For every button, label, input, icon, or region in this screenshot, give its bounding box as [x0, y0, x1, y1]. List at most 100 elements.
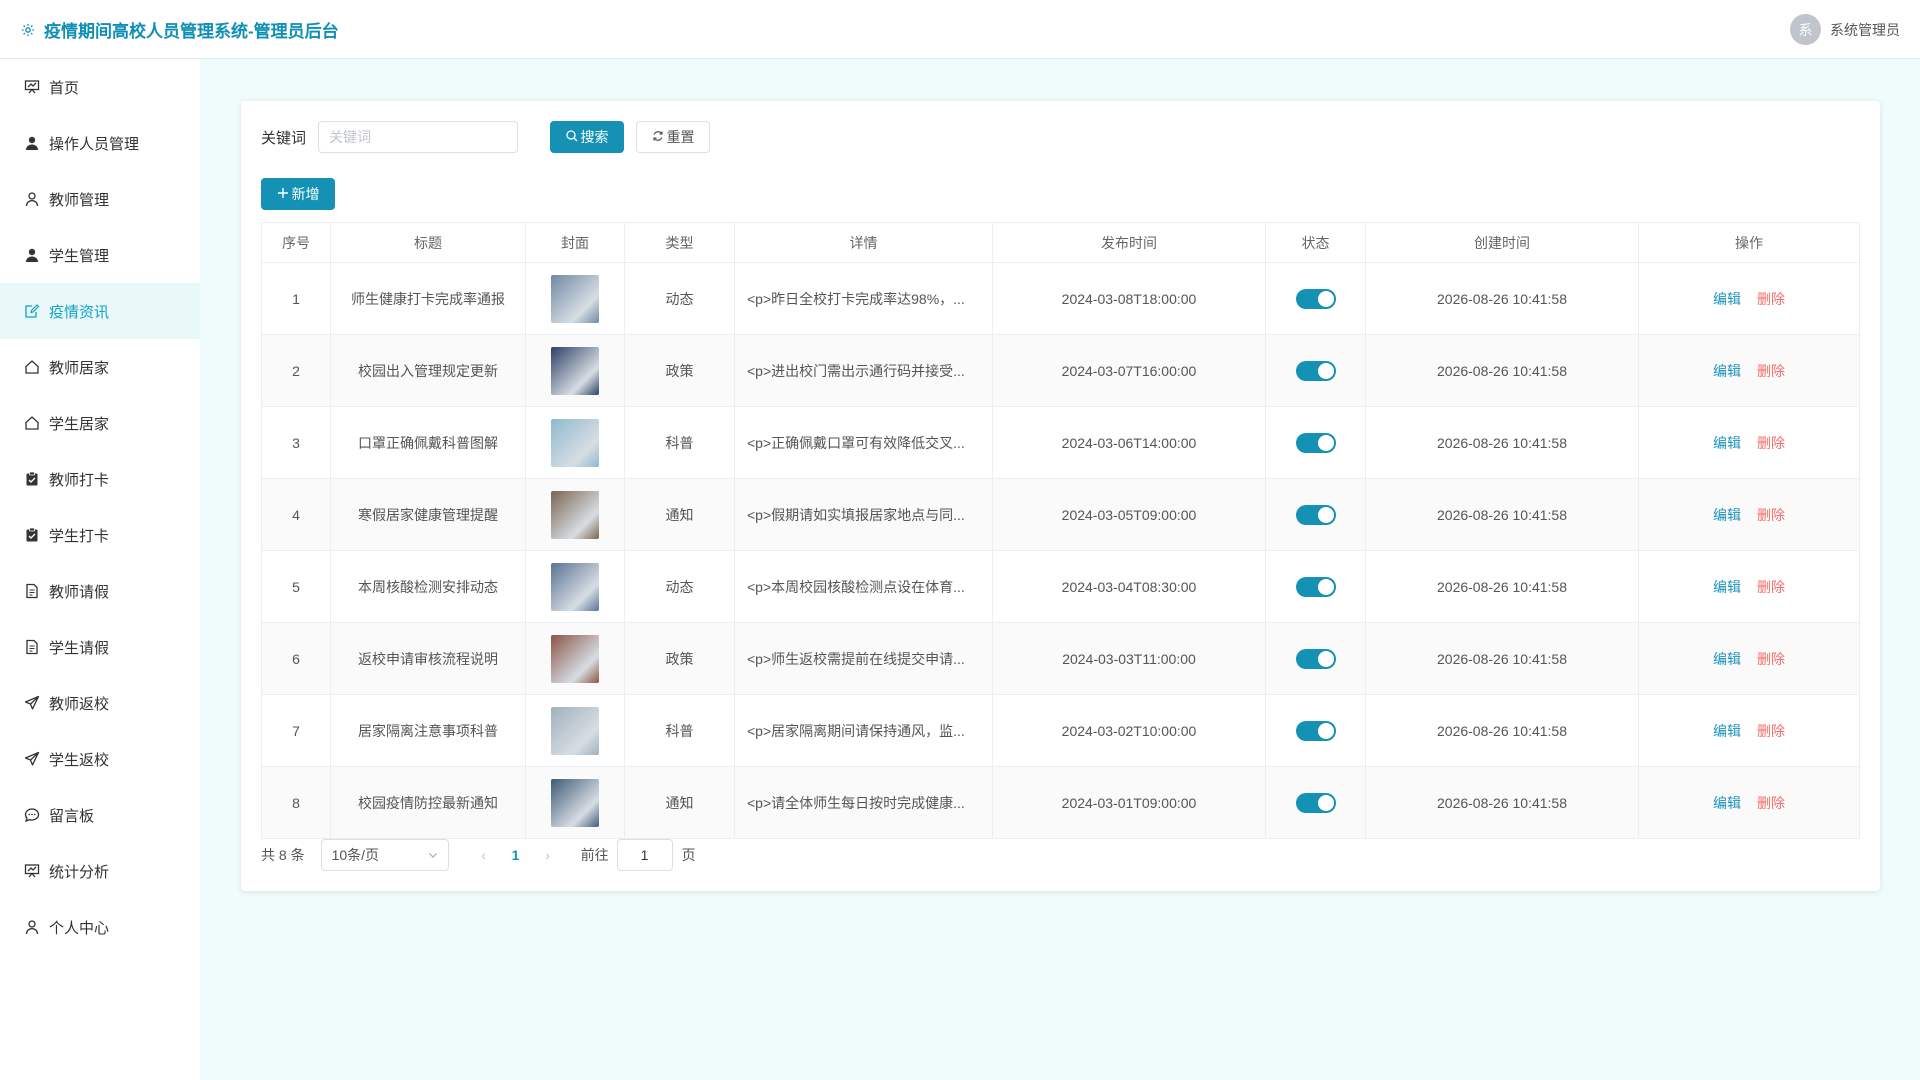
- delete-link[interactable]: 删除: [1757, 795, 1785, 811]
- delete-link[interactable]: 删除: [1757, 363, 1785, 379]
- reset-button[interactable]: 重置: [636, 121, 711, 153]
- checked-clipboard-icon: [24, 527, 40, 543]
- goto-page-input[interactable]: [616, 839, 673, 871]
- cover-image[interactable]: [551, 490, 599, 539]
- status-toggle[interactable]: [1295, 576, 1336, 597]
- sidebar-item-3[interactable]: 学生管理: [0, 227, 200, 283]
- type-cell: 科普: [624, 406, 735, 479]
- table-header-row: 序号 标题 封面 类型 详情 发布时间 状态 创建时间 操作: [261, 222, 1860, 263]
- user-name[interactable]: 系统管理员: [1830, 20, 1900, 40]
- sidebar-item-14[interactable]: 统计分析: [0, 843, 200, 899]
- cover-image[interactable]: [551, 634, 599, 683]
- sidebar-item-2[interactable]: 教师管理: [0, 171, 200, 227]
- status-cell: [1265, 406, 1366, 479]
- delete-link[interactable]: 删除: [1757, 651, 1785, 667]
- row-number-cell: 5: [261, 550, 331, 623]
- sidebar-item-10[interactable]: 学生请假: [0, 619, 200, 675]
- actions-cell: 编辑 删除: [1638, 622, 1860, 695]
- sidebar-item-6[interactable]: 学生居家: [0, 395, 200, 451]
- delete-link[interactable]: 删除: [1757, 723, 1785, 739]
- gear-icon: [20, 22, 36, 38]
- sidebar-item-15[interactable]: 个人中心: [0, 899, 200, 955]
- sidebar-item-4[interactable]: 疫情资讯: [0, 283, 200, 339]
- user-menu[interactable]: 系 系统管理员: [1790, 14, 1900, 45]
- page-unit-label: 页: [681, 847, 696, 863]
- edit-link[interactable]: 编辑: [1713, 723, 1741, 739]
- edit-link[interactable]: 编辑: [1713, 291, 1741, 307]
- sidebar-item-11[interactable]: 教师返校: [0, 675, 200, 731]
- presentation-board-icon: [24, 79, 40, 95]
- table-row: 7 居家隔离注意事项科普 科普 <p>居家隔离期间请保持通风，监... 2024-03-…: [261, 694, 1860, 767]
- status-toggle[interactable]: [1295, 360, 1336, 381]
- add-button[interactable]: 新增: [261, 178, 335, 210]
- delete-link[interactable]: 删除: [1757, 579, 1785, 595]
- sidebar-item-8[interactable]: 学生打卡: [0, 507, 200, 563]
- edit-link[interactable]: 编辑: [1713, 363, 1741, 379]
- delete-link[interactable]: 删除: [1757, 507, 1785, 523]
- sidebar-item-13[interactable]: 留言板: [0, 787, 200, 843]
- total-count: 共 8 条: [261, 847, 305, 863]
- house-icon: [24, 415, 40, 431]
- actions-cell: 编辑 删除: [1638, 262, 1860, 335]
- sidebar-item-label: 统计分析: [49, 863, 110, 881]
- column-header: 序号: [261, 222, 331, 263]
- cover-image[interactable]: [551, 346, 599, 395]
- edit-doc-icon: [24, 303, 40, 319]
- pagination: 共 8 条 10条/页 ‹ 1 › 前往 页: [261, 839, 696, 871]
- edit-link[interactable]: 编辑: [1713, 795, 1741, 811]
- sidebar-item-9[interactable]: 教师请假: [0, 563, 200, 619]
- status-toggle[interactable]: [1295, 792, 1336, 813]
- actions-cell: 编辑 删除: [1638, 766, 1860, 839]
- status-toggle[interactable]: [1295, 288, 1336, 309]
- row-number-cell: 3: [261, 406, 331, 479]
- sidebar-item-12[interactable]: 学生返校: [0, 731, 200, 787]
- publish-time-cell: 2024-03-01T09:00:00: [992, 766, 1266, 839]
- cover-image[interactable]: [551, 418, 599, 467]
- status-toggle[interactable]: [1295, 648, 1336, 669]
- page-size-select[interactable]: 10条/页: [320, 839, 449, 871]
- row-number-cell: 1: [261, 262, 331, 335]
- sidebar-item-label: 操作人员管理: [49, 135, 140, 153]
- detail-cell: <p>本周校园核酸检测点设在体育...: [734, 550, 993, 623]
- status-toggle[interactable]: [1295, 720, 1336, 741]
- sidebar-item-7[interactable]: 教师打卡: [0, 451, 200, 507]
- search-button[interactable]: 搜索: [550, 121, 625, 153]
- type-cell: 政策: [624, 622, 735, 695]
- table-row: 1 师生健康打卡完成率通报 动态 <p>昨日全校打卡完成率达98%，... 2024-0…: [261, 262, 1860, 335]
- sidebar: 首页操作人员管理教师管理 学生管理 疫情资讯教师居家学生居家 教师打卡 学生打卡教师请假…: [0, 59, 200, 1080]
- status-toggle[interactable]: [1295, 432, 1336, 453]
- delete-link[interactable]: 删除: [1757, 291, 1785, 307]
- status-toggle[interactable]: [1295, 504, 1336, 525]
- edit-link[interactable]: 编辑: [1713, 579, 1741, 595]
- publish-time-cell: 2024-03-08T18:00:00: [992, 262, 1266, 335]
- sidebar-item-1[interactable]: 操作人员管理: [0, 115, 200, 171]
- prev-page-button[interactable]: ‹: [469, 847, 499, 863]
- detail-cell: <p>居家隔离期间请保持通风，监...: [734, 694, 993, 767]
- actions-cell: 编辑 删除: [1638, 334, 1860, 407]
- next-page-button[interactable]: ›: [533, 847, 563, 863]
- sidebar-item-5[interactable]: 教师居家: [0, 339, 200, 395]
- sidebar-item-label: 教师居家: [49, 359, 110, 377]
- publish-time-cell: 2024-03-04T08:30:00: [992, 550, 1266, 623]
- title-cell: 寒假居家健康管理提醒: [330, 478, 526, 551]
- edit-link[interactable]: 编辑: [1713, 507, 1741, 523]
- table-row: 3 口罩正确佩戴科普图解 科普 <p>正确佩戴口罩可有效降低交叉... 2024-03-…: [261, 406, 1860, 479]
- created-time-cell: 2026-08-26 10:41:58: [1365, 478, 1639, 551]
- status-cell: [1265, 766, 1366, 839]
- edit-link[interactable]: 编辑: [1713, 435, 1741, 451]
- status-cell: [1265, 694, 1366, 767]
- edit-link[interactable]: 编辑: [1713, 651, 1741, 667]
- cover-image[interactable]: [551, 562, 599, 611]
- cover-cell: [525, 406, 625, 479]
- keyword-input[interactable]: [318, 121, 519, 153]
- page-number-current[interactable]: 1: [499, 847, 533, 863]
- cover-cell: [525, 766, 625, 839]
- delete-link[interactable]: 删除: [1757, 435, 1785, 451]
- cover-image[interactable]: [551, 274, 599, 323]
- sidebar-item-label: 教师请假: [49, 583, 110, 601]
- created-time-cell: 2026-08-26 10:41:58: [1365, 550, 1639, 623]
- cover-image[interactable]: [551, 778, 599, 827]
- cover-image[interactable]: [551, 706, 599, 755]
- avatar[interactable]: 系: [1790, 14, 1821, 45]
- sidebar-item-0[interactable]: 首页: [0, 59, 200, 115]
